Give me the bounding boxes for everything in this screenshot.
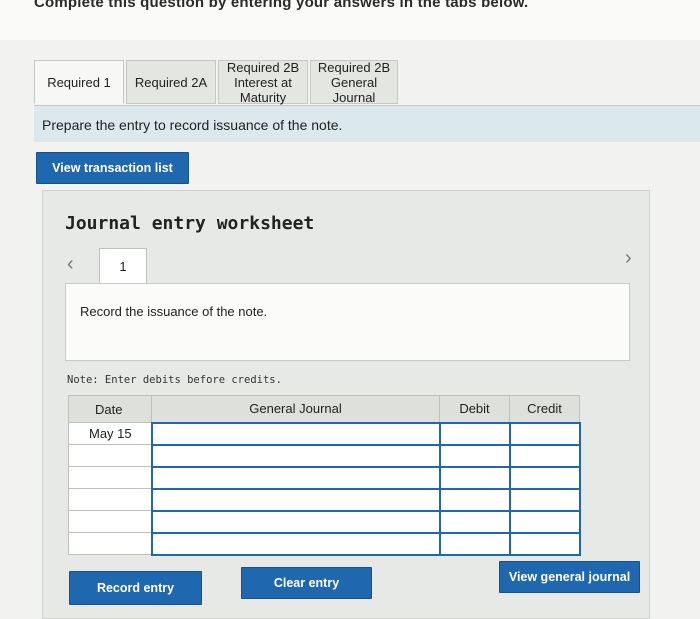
account-input[interactable] [150,487,441,512]
date-cell[interactable] [68,466,152,489]
table-row [68,487,581,512]
tab-required-2a[interactable]: Required 2A [126,60,216,104]
debit-input[interactable] [438,421,511,446]
credit-input[interactable] [508,487,581,512]
credit-input[interactable] [508,443,581,468]
date-cell[interactable] [68,532,152,555]
credit-input[interactable] [508,509,581,534]
debit-input[interactable] [438,509,511,534]
clear-entry-button[interactable]: Clear entry [241,567,372,599]
header-instruction: Complete this question by entering your … [0,0,700,40]
account-input[interactable] [150,509,441,534]
date-cell[interactable] [68,444,152,467]
debit-input[interactable] [438,465,511,490]
date-cell[interactable] [68,510,152,533]
credit-header: Credit [509,395,580,423]
note-text: Note: Enter debits before credits. [67,374,282,386]
view-general-journal-button[interactable]: View general journal [499,561,640,593]
table-row [68,509,581,534]
journal-entry-worksheet: Journal entry worksheet ‹ 1 › Record the… [42,190,650,619]
debit-header: Debit [439,395,510,423]
tab-strip: Required 1 Required 2A Required 2B Inter… [34,60,700,106]
view-transaction-list-button[interactable]: View transaction list [36,152,189,184]
page-tab-1[interactable]: 1 [99,248,147,284]
account-input[interactable] [150,421,441,446]
credit-input[interactable] [508,531,581,556]
worksheet-title: Journal entry worksheet [65,213,315,234]
journal-table: Date General Journal Debit Credit May 15 [68,395,581,556]
table-row: May 15 [68,421,581,446]
date-header: Date [68,395,152,423]
debit-input[interactable] [438,443,511,468]
table-row [68,531,581,556]
debit-input[interactable] [438,487,511,512]
account-input[interactable] [150,443,441,468]
credit-input[interactable] [508,421,581,446]
debit-input[interactable] [438,531,511,556]
date-cell[interactable] [68,488,152,511]
instruction-text: Prepare the entry to record issuance of … [42,117,343,133]
tab-required-1[interactable]: Required 1 [34,60,124,104]
instruction-bar: Prepare the entry to record issuance of … [34,105,700,142]
description-box: Record the issuance of the note. [65,283,630,361]
account-input[interactable] [150,531,441,556]
prev-arrow-icon[interactable]: ‹ [67,253,74,276]
next-arrow-icon[interactable]: › [625,247,632,270]
tab-required-2b-interest[interactable]: Required 2B Interest at Maturity [218,60,308,105]
table-row [68,465,581,490]
account-input[interactable] [150,465,441,490]
account-header: General Journal [151,395,440,423]
table-row [68,443,581,468]
record-entry-button[interactable]: Record entry [69,571,202,605]
header-cut-text: Complete this question by entering your … [34,0,529,11]
description-text: Record the issuance of the note. [80,304,268,319]
date-cell[interactable]: May 15 [68,422,152,445]
credit-input[interactable] [508,465,581,490]
tab-required-2b-journal[interactable]: Required 2B General Journal [310,60,398,105]
